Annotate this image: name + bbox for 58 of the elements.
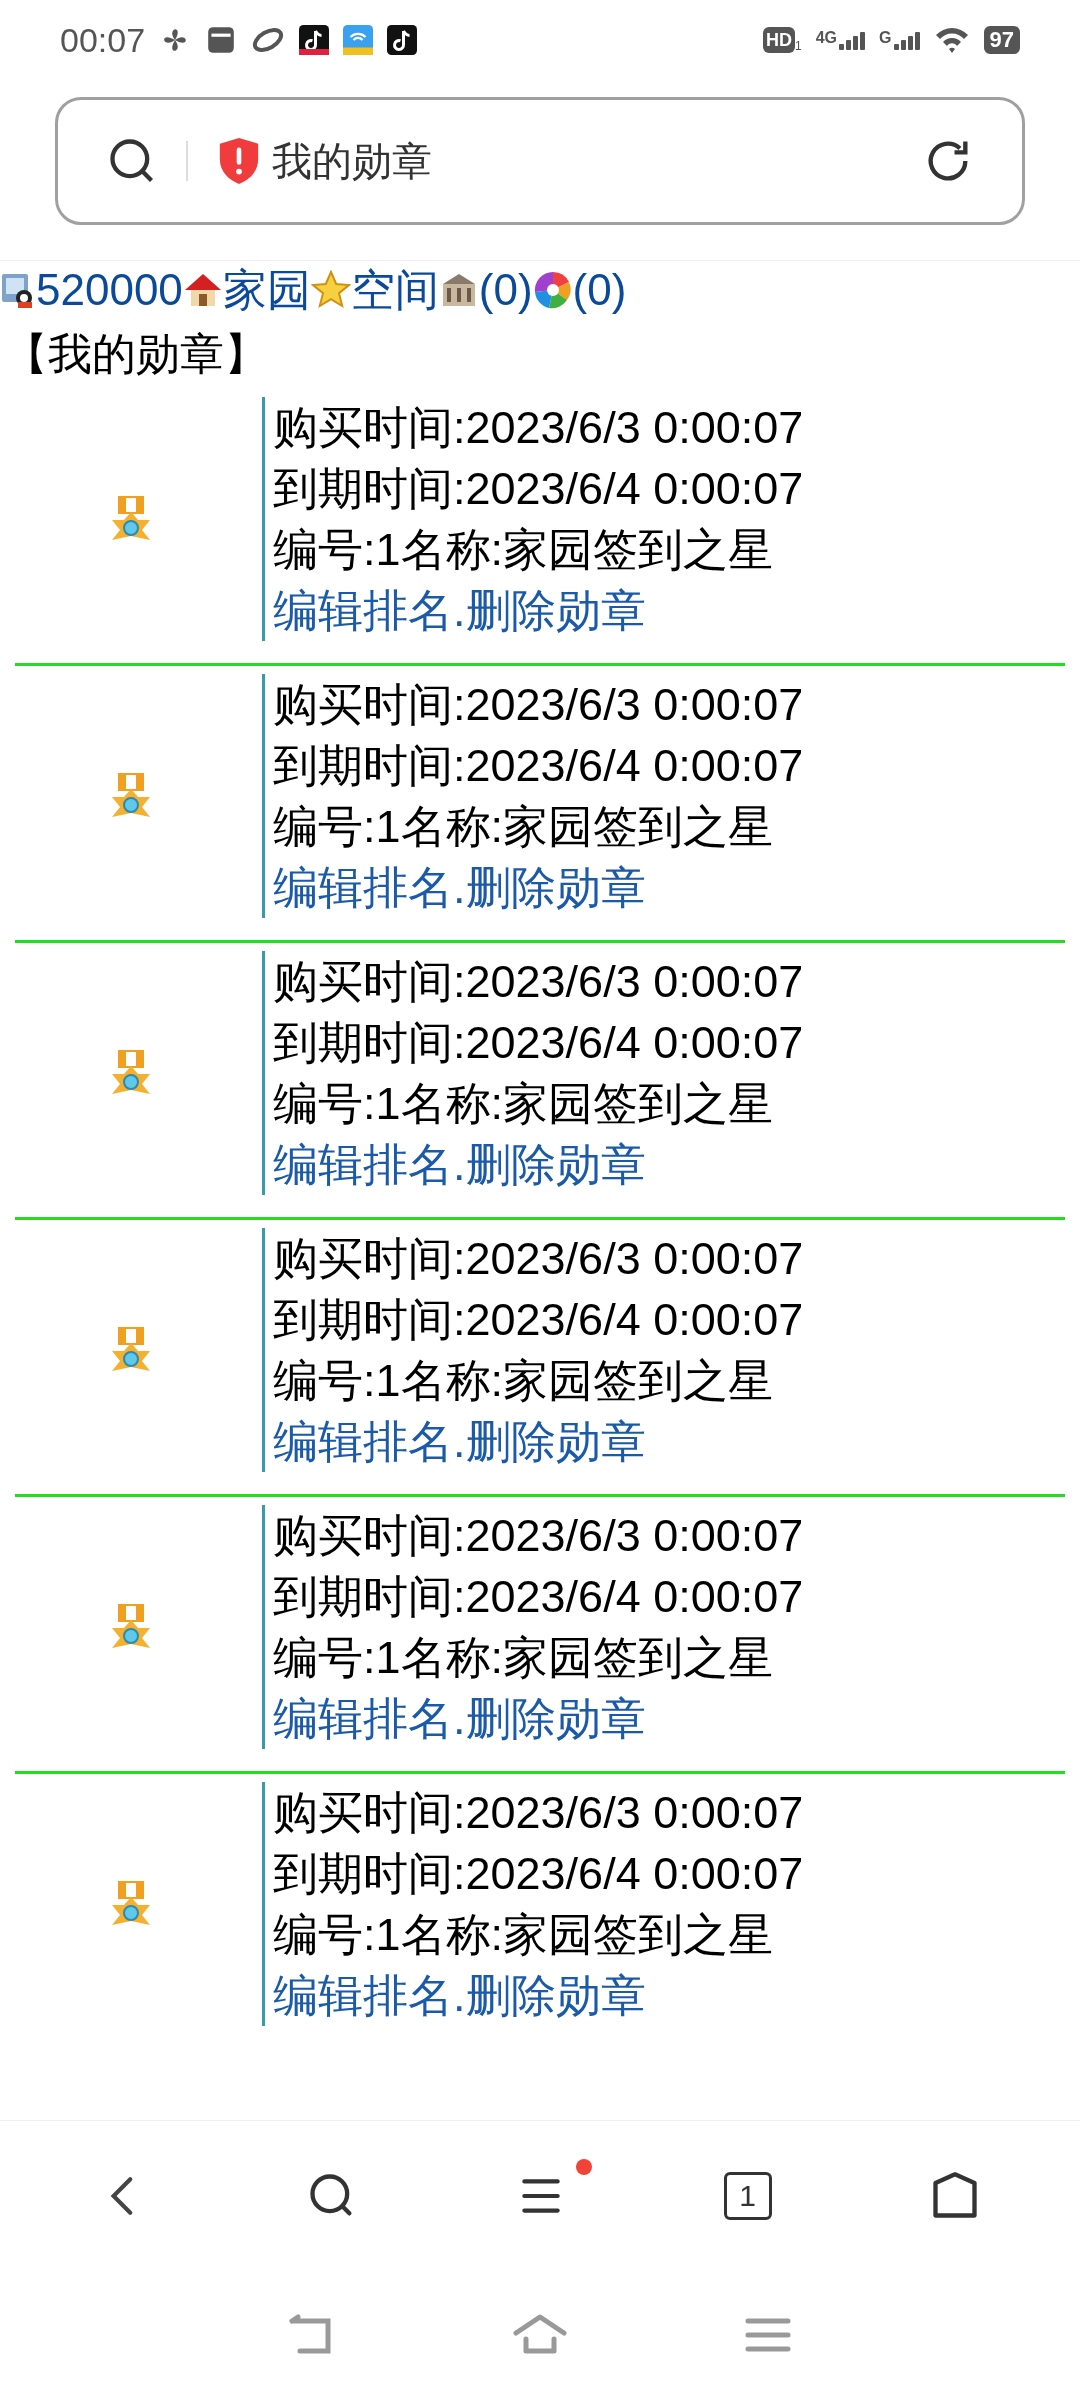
network-label: 4G: [815, 30, 838, 46]
expiry-time: 到期时间:2023/6/4 0:00:07: [273, 1570, 804, 1624]
hd-label: HD: [763, 27, 796, 53]
expiry-time: 到期时间:2023/6/4 0:00:07: [273, 462, 804, 516]
purchase-time: 购买时间:2023/6/3 0:00:07: [273, 401, 804, 455]
separator-dot: .: [453, 861, 466, 915]
expiry-time: 到期时间:2023/6/4 0:00:07: [273, 1847, 804, 1901]
clock-time: 00:07: [60, 19, 146, 61]
nav-link[interactable]: 520000: [36, 261, 183, 319]
purchase-time: 购买时间:2023/6/3 0:00:07: [273, 1509, 804, 1563]
separator-dot: .: [453, 1692, 466, 1746]
delete-medal-link[interactable]: 删除勋章: [465, 580, 646, 641]
page-title: 我的勋章: [272, 138, 433, 185]
delete-medal-link[interactable]: 删除勋章: [465, 1965, 646, 2026]
network-label: G: [879, 30, 892, 46]
nav-link[interactable]: 家园: [222, 261, 311, 319]
wifi-app-icon: [343, 25, 374, 55]
expiry-time: 到期时间:2023/6/4 0:00:07: [273, 1016, 804, 1070]
expiry-time: 到期时间:2023/6/4 0:00:07: [273, 739, 804, 793]
music-note-icon: [299, 25, 330, 55]
separator-dot: .: [453, 1138, 466, 1192]
hd-index: 1: [795, 39, 802, 53]
edit-rank-link[interactable]: 编辑排名: [273, 1134, 453, 1195]
medal-info: 编号:1名称:家园签到之星: [273, 523, 775, 577]
star-icon: [310, 270, 351, 310]
purchase-time: 购买时间:2023/6/3 0:00:07: [273, 955, 804, 1009]
music-note-icon: [387, 25, 418, 55]
separator-dot: .: [453, 584, 466, 638]
signal-icon: [839, 30, 866, 50]
delete-medal-link[interactable]: 删除勋章: [465, 1688, 646, 1749]
aperture-icon: [532, 270, 573, 310]
purchase-time: 购买时间:2023/6/3 0:00:07: [273, 1232, 804, 1286]
separator-dot: .: [453, 1415, 466, 1469]
nav-link[interactable]: (0): [572, 261, 627, 319]
edit-rank-link[interactable]: 编辑排名: [273, 1965, 453, 2026]
section-heading: 【我的勋章】: [3, 328, 269, 380]
edit-rank-link[interactable]: 编辑排名: [273, 857, 453, 918]
expiry-time: 到期时间:2023/6/4 0:00:07: [273, 1293, 804, 1347]
delete-medal-link[interactable]: 删除勋章: [465, 1411, 646, 1472]
medal-info: 编号:1名称:家园签到之星: [273, 1354, 775, 1408]
edit-rank-link[interactable]: 编辑排名: [273, 1411, 453, 1472]
purchase-time: 购买时间:2023/6/3 0:00:07: [273, 1786, 804, 1840]
edit-rank-link[interactable]: 编辑排名: [273, 1688, 453, 1749]
medal-info: 编号:1名称:家园签到之星: [273, 1077, 775, 1131]
separator-dot: .: [453, 1969, 466, 2023]
nav-link[interactable]: (0): [478, 261, 533, 319]
medal-info: 编号:1名称:家园签到之星: [273, 1631, 775, 1685]
edit-rank-link[interactable]: 编辑排名: [273, 580, 453, 641]
nav-link[interactable]: 空间: [350, 261, 439, 319]
delete-medal-link[interactable]: 删除勋章: [465, 857, 646, 918]
signal-icon: [893, 30, 920, 50]
purchase-time: 购买时间:2023/6/3 0:00:07: [273, 678, 804, 732]
address-bar[interactable]: 我的勋章: [55, 97, 1025, 225]
delete-medal-link[interactable]: 删除勋章: [465, 1134, 646, 1195]
medal-info: 编号:1名称:家园签到之星: [273, 800, 775, 854]
battery-level: 97: [983, 26, 1020, 54]
tab-count[interactable]: 1: [723, 2171, 772, 2220]
medal-info: 编号:1名称:家园签到之星: [273, 1908, 775, 1962]
